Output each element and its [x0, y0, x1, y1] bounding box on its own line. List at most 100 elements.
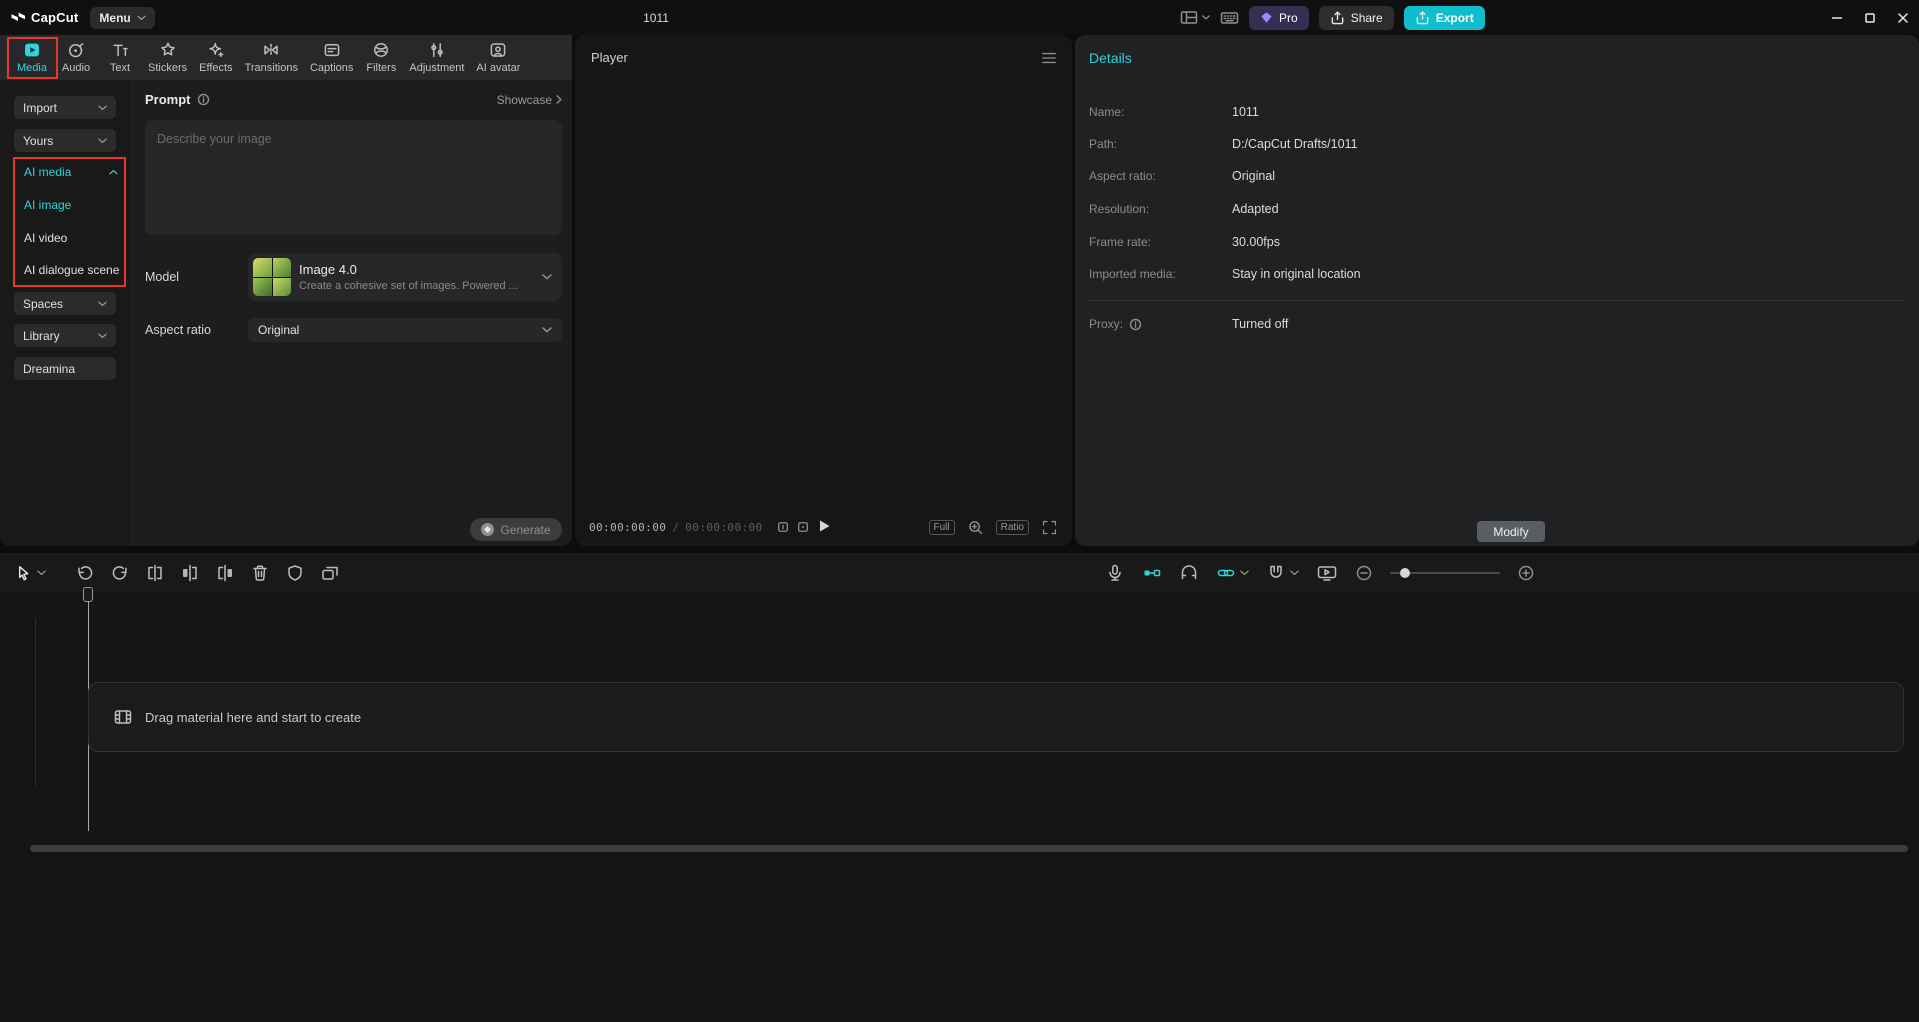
- capcut-window: { "colors": { "accent": "#2fd3de", "expo…: [0, 0, 1919, 1022]
- chevron-down-icon: [1240, 570, 1249, 576]
- tab-text[interactable]: Text: [98, 41, 142, 74]
- close-button[interactable]: [1886, 0, 1919, 35]
- detail-row-frame-rate: Frame rate: 30.00fps: [1089, 234, 1905, 250]
- delete-left-icon[interactable]: [180, 563, 200, 583]
- model-description: Create a cohesive set of images. Powered…: [299, 280, 534, 292]
- link-clips-button[interactable]: [1216, 563, 1249, 583]
- zoom-in-icon[interactable]: [1517, 564, 1535, 582]
- delete-right-icon[interactable]: [215, 563, 235, 583]
- delete-icon[interactable]: [250, 563, 270, 583]
- chevron-down-icon: [542, 274, 552, 280]
- zoom-slider-knob[interactable]: [1400, 568, 1410, 578]
- drop-zone[interactable]: Drag material here and start to create: [88, 682, 1904, 752]
- detail-row-path: Path: D:/CapCut Drafts/1011: [1089, 136, 1905, 152]
- sidebar-item-ai-media[interactable]: AI media: [24, 161, 118, 183]
- chevron-right-icon: [556, 95, 562, 104]
- sidebar-item-ai-image[interactable]: AI image: [24, 194, 71, 216]
- chevron-down-icon: [98, 333, 107, 339]
- render-preview-icon[interactable]: [1316, 563, 1338, 583]
- next-frame-icon[interactable]: [797, 521, 809, 533]
- zoom-out-icon[interactable]: [1355, 564, 1373, 582]
- detail-row-name: Name: 1011: [1089, 104, 1905, 120]
- sidebar-item-import[interactable]: Import: [14, 96, 116, 119]
- chevron-down-icon: [542, 327, 552, 333]
- tab-media[interactable]: Media: [10, 41, 54, 74]
- play-icon: [816, 518, 832, 534]
- preview-axis-icon[interactable]: [1179, 563, 1199, 583]
- detail-row-proxy: Proxy: Turned off: [1089, 316, 1905, 332]
- play-button[interactable]: [816, 518, 832, 537]
- info-icon[interactable]: [1129, 318, 1142, 331]
- tab-ai-avatar[interactable]: AI avatar: [470, 41, 526, 74]
- info-icon[interactable]: [197, 93, 210, 106]
- prev-frame-icon[interactable]: [777, 521, 789, 533]
- sidebar-item-spaces[interactable]: Spaces: [14, 292, 116, 315]
- chevron-down-icon: [98, 138, 107, 144]
- maximize-icon: [1864, 12, 1876, 24]
- aspect-ratio-label: Aspect ratio: [145, 323, 211, 337]
- maximize-button[interactable]: [1853, 0, 1886, 35]
- auto-keyframe-icon[interactable]: [1142, 563, 1162, 583]
- redo-icon[interactable]: [110, 563, 130, 583]
- sidebar-item-ai-dialogue-scene[interactable]: AI dialogue scene: [24, 259, 119, 281]
- tab-stickers[interactable]: Stickers: [142, 41, 193, 74]
- player-panel: Player 00:00:00:00 / 00:00:00:00 Full Ra…: [575, 35, 1072, 546]
- chevron-down-icon: [1290, 570, 1299, 576]
- minimize-button[interactable]: [1820, 0, 1853, 35]
- tab-captions[interactable]: Captions: [304, 41, 359, 74]
- chevron-down-icon: [137, 15, 146, 21]
- ratio-badge[interactable]: Ratio: [996, 520, 1029, 535]
- full-preview-badge[interactable]: Full: [929, 520, 955, 535]
- tab-filters[interactable]: Filters: [359, 41, 403, 74]
- model-select[interactable]: Image 4.0 Create a cohesive set of image…: [248, 253, 562, 301]
- generate-button[interactable]: Generate: [470, 518, 562, 541]
- tab-bar: Media Audio Text Stickers Effects Transi…: [0, 35, 572, 80]
- tab-transitions[interactable]: Transitions: [239, 41, 304, 74]
- playhead-handle[interactable]: [83, 587, 93, 602]
- sidebar: Import Yours AI media AI image AI video …: [0, 80, 130, 546]
- sidebar-item-dreamina[interactable]: Dreamina: [14, 357, 116, 380]
- tab-effects[interactable]: Effects: [193, 41, 238, 74]
- prompt-input[interactable]: [145, 120, 562, 235]
- layout-switch-button[interactable]: [1180, 9, 1210, 26]
- sidebar-item-ai-video[interactable]: AI video: [24, 227, 67, 249]
- app-logo: CapCut: [10, 10, 78, 26]
- title-bar: CapCut Menu 1011 Pro Share Export: [0, 0, 1919, 35]
- tab-adjustment[interactable]: Adjustment: [403, 41, 470, 74]
- detail-row-resolution: Resolution: Adapted: [1089, 201, 1905, 217]
- aspect-ratio-select[interactable]: Original: [248, 318, 562, 342]
- capcut-logo-icon: [10, 10, 26, 26]
- tab-audio[interactable]: Audio: [54, 41, 98, 74]
- sidebar-item-library[interactable]: Library: [14, 324, 116, 347]
- select-tool-button[interactable]: [14, 564, 46, 583]
- modify-button[interactable]: Modify: [1477, 521, 1545, 542]
- select-tool-icon: [14, 564, 33, 583]
- link-clips-icon: [1216, 563, 1236, 583]
- model-name: Image 4.0: [299, 262, 534, 277]
- effects-icon: [207, 41, 225, 59]
- horizontal-scrollbar[interactable]: [30, 845, 1908, 852]
- detail-row-aspect-ratio: Aspect ratio: Original: [1089, 168, 1905, 184]
- undo-icon[interactable]: [75, 563, 95, 583]
- menu-button[interactable]: Menu: [90, 7, 154, 29]
- audio-icon: [67, 41, 85, 59]
- mic-icon[interactable]: [1105, 563, 1125, 583]
- shortcuts-keyboard-icon[interactable]: [1220, 9, 1239, 27]
- sidebar-item-yours[interactable]: Yours: [14, 129, 116, 152]
- showcase-link[interactable]: Showcase: [497, 93, 562, 107]
- player-settings-icon[interactable]: [1040, 50, 1058, 66]
- split-icon[interactable]: [145, 563, 165, 583]
- zoom-fit-icon[interactable]: [967, 519, 984, 536]
- zoom-slider[interactable]: [1390, 572, 1500, 574]
- text-icon: [111, 41, 129, 59]
- track-header-divider: [35, 618, 36, 786]
- fullscreen-icon[interactable]: [1041, 519, 1058, 536]
- pro-badge[interactable]: Pro: [1249, 6, 1309, 30]
- snapping-button[interactable]: [1266, 563, 1299, 583]
- share-button[interactable]: Share: [1319, 6, 1394, 30]
- mask-icon[interactable]: [285, 563, 305, 583]
- overlay-icon[interactable]: [320, 563, 340, 583]
- transitions-icon: [262, 41, 280, 59]
- close-icon: [1897, 12, 1909, 24]
- export-button[interactable]: Export: [1404, 6, 1485, 30]
